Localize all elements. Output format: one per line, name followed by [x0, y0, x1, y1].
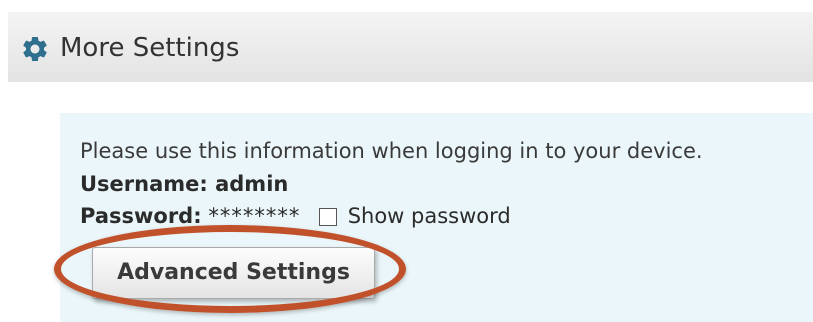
login-info-text: Please use this information when logging…: [80, 139, 703, 163]
password-line: Password: ******** Show password: [80, 203, 511, 229]
advanced-settings-button[interactable]: Advanced Settings: [92, 247, 375, 299]
show-password-checkbox[interactable]: [319, 208, 337, 226]
section-header: More Settings: [8, 12, 813, 82]
show-password-label[interactable]: Show password: [348, 204, 511, 228]
section-title: More Settings: [60, 33, 240, 63]
password-value: ********: [208, 204, 301, 228]
username-line: Username: admin: [80, 172, 289, 196]
gear-icon: [20, 34, 50, 64]
password-label: Password:: [80, 204, 202, 228]
